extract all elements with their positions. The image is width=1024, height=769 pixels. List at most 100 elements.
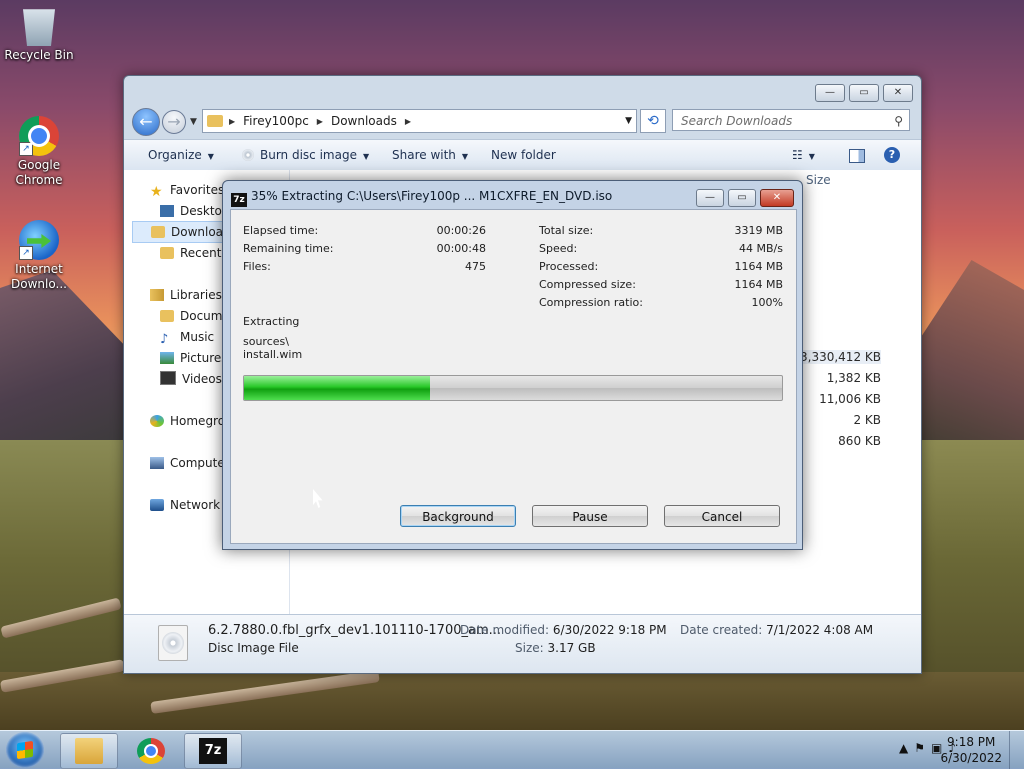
start-button[interactable]	[6, 732, 44, 768]
details-date-created: Date created: 7/1/2022 4:08 AM	[680, 623, 873, 637]
explorer-nav-bar: ← → ▼ ▶ Firey100pc ▶ Downloads ▶ ▼ ⟲ Sea…	[124, 106, 921, 136]
column-header-size[interactable]: Size	[806, 173, 831, 187]
minimize-button[interactable]: —	[815, 84, 845, 102]
explorer-title-bar[interactable]: — ▭ ✕	[124, 76, 921, 106]
operation-status: Extracting	[243, 315, 300, 328]
music-icon: ♪	[160, 332, 169, 347]
taskbar-7zip-button[interactable]: 7z	[184, 733, 242, 769]
nav-label: Favorites	[170, 183, 225, 197]
clock[interactable]: 9:18 PM 6/30/2022	[940, 734, 1002, 766]
chrome-icon: ↗	[19, 116, 59, 156]
elapsed-time-value: 00:00:26	[436, 224, 486, 237]
address-bar[interactable]: ▶ Firey100pc ▶ Downloads ▶ ▼	[202, 109, 637, 133]
pictures-icon	[160, 352, 174, 364]
shortcut-arrow-icon: ↗	[19, 246, 33, 260]
folder-icon	[151, 226, 165, 238]
pause-button[interactable]: Pause	[532, 505, 648, 527]
taskbar: 7z ▲⚑▣♪ 9:18 PM 6/30/2022	[0, 730, 1024, 769]
desktop-icon-internet-download-manager[interactable]: ↗ Internet Downlo...	[1, 220, 77, 292]
nav-label: Pictures	[180, 351, 228, 365]
wallpaper-mountain-left	[0, 270, 130, 450]
shortcut-arrow-icon: ↗	[19, 142, 33, 156]
chevron-right-icon[interactable]: ▶	[317, 117, 323, 126]
details-pane: 6.2.7880.0.fbl_grfx_dev1.101110-1700_am.…	[124, 614, 921, 673]
clock-time: 9:18 PM	[947, 735, 996, 749]
background-button[interactable]: Background	[400, 505, 516, 527]
details-file-name: 6.2.7880.0.fbl_grfx_dev1.101110-1700_am.…	[208, 623, 502, 638]
libraries-icon	[150, 289, 164, 301]
cancel-button[interactable]: Cancel	[664, 505, 780, 527]
action-center-flag-icon[interactable]: ⚑	[914, 741, 931, 755]
dialog-title-bar[interactable]: 7z 35% Extracting C:\Users\Firey100p ... …	[231, 186, 612, 207]
close-button[interactable]: ✕	[883, 84, 913, 102]
processed-value: 1164 MB	[734, 260, 783, 273]
remaining-time-value: 00:00:48	[436, 242, 486, 255]
dialog-minimize-button[interactable]: —	[696, 189, 724, 207]
address-dropdown-icon[interactable]: ▼	[625, 116, 632, 126]
taskbar-chrome-button[interactable]	[122, 733, 180, 769]
nav-label: Music	[180, 330, 215, 344]
details-file-type: Disc Image File	[208, 641, 299, 655]
organize-label: Organize	[148, 148, 202, 162]
compression-ratio-value: 100%	[751, 296, 783, 309]
clock-date: 6/30/2022	[940, 751, 1002, 765]
speed-label: Speed:	[539, 242, 578, 255]
wallpaper-mountain-right	[919, 260, 1024, 460]
share-with-menu[interactable]: Share with ▼	[392, 140, 468, 170]
back-button[interactable]: ←	[132, 108, 160, 136]
breadcrumb-firey100pc[interactable]: Firey100pc	[243, 114, 309, 128]
burn-label: Burn disc image	[260, 148, 357, 162]
caret-down-icon: ▼	[207, 152, 214, 161]
maximize-button[interactable]: ▭	[849, 84, 879, 102]
dialog-window-controls: — ▭ ✕	[696, 189, 794, 207]
homegroup-icon	[150, 415, 164, 427]
remaining-time-label: Remaining time:	[243, 242, 334, 255]
explorer-window-controls: — ▭ ✕	[815, 84, 913, 102]
taskbar-explorer-button[interactable]	[60, 733, 118, 769]
details-value: 7/1/2022 4:08 AM	[766, 623, 874, 637]
refresh-button[interactable]: ⟲	[640, 109, 666, 133]
speed-value: 44 MB/s	[739, 242, 783, 255]
caret-down-icon: ▼	[461, 152, 469, 161]
current-file: install.wim	[243, 348, 303, 361]
forward-button[interactable]: →	[162, 110, 186, 134]
preview-pane-icon[interactable]	[849, 149, 865, 163]
command-bar: Organize ▼ Burn disc image ▼ Share with ▼ N…	[124, 139, 921, 171]
recent-places-icon	[160, 247, 174, 259]
details-key: Date modified:	[460, 623, 550, 637]
help-icon[interactable]: ?	[884, 147, 900, 163]
desktop-icon-recycle-bin[interactable]: Recycle Bin	[1, 6, 77, 63]
nav-label: Computer	[170, 456, 230, 470]
computer-icon	[150, 457, 164, 469]
desktop-icon-label: Internet Downlo...	[11, 262, 67, 291]
new-folder-button[interactable]: New folder	[491, 140, 556, 170]
extract-progress-dialog: 7z 35% Extracting C:\Users\Firey100p ... …	[222, 180, 803, 550]
search-icon[interactable]: ⚲	[894, 110, 903, 132]
dialog-maximize-button[interactable]: ▭	[728, 189, 756, 207]
nav-label: Libraries	[170, 288, 222, 302]
view-list-icon: ☷	[792, 148, 803, 162]
chevron-right-icon[interactable]: ▶	[405, 117, 411, 126]
search-input[interactable]: Search Downloads ⚲	[672, 109, 910, 131]
organize-menu[interactable]: Organize ▼	[148, 140, 214, 170]
chevron-right-icon[interactable]: ▶	[229, 117, 235, 126]
processed-label: Processed:	[539, 260, 599, 273]
progress-fill	[244, 376, 430, 400]
show-desktop-button[interactable]	[1009, 731, 1024, 769]
network-icon	[150, 499, 164, 511]
change-view-button[interactable]: ☷ ▼	[792, 140, 815, 170]
caret-down-icon: ▼	[808, 152, 815, 161]
burn-disc-image-button[interactable]: Burn disc image ▼	[242, 140, 369, 170]
folder-icon	[75, 738, 103, 764]
dialog-close-button[interactable]: ✕	[760, 189, 794, 207]
documents-icon	[160, 310, 174, 322]
desktop-icon-google-chrome[interactable]: ↗ Google Chrome	[1, 116, 77, 188]
recent-pages-dropdown[interactable]: ▼	[190, 117, 197, 127]
breadcrumb-downloads[interactable]: Downloads	[331, 114, 397, 128]
search-placeholder: Search Downloads	[681, 114, 793, 128]
share-label: Share with	[392, 148, 456, 162]
show-hidden-icons-icon[interactable]: ▲	[899, 741, 914, 755]
total-size-value: 3319 MB	[734, 224, 783, 237]
details-key: Date created:	[680, 623, 763, 637]
files-value: 475	[465, 260, 486, 273]
